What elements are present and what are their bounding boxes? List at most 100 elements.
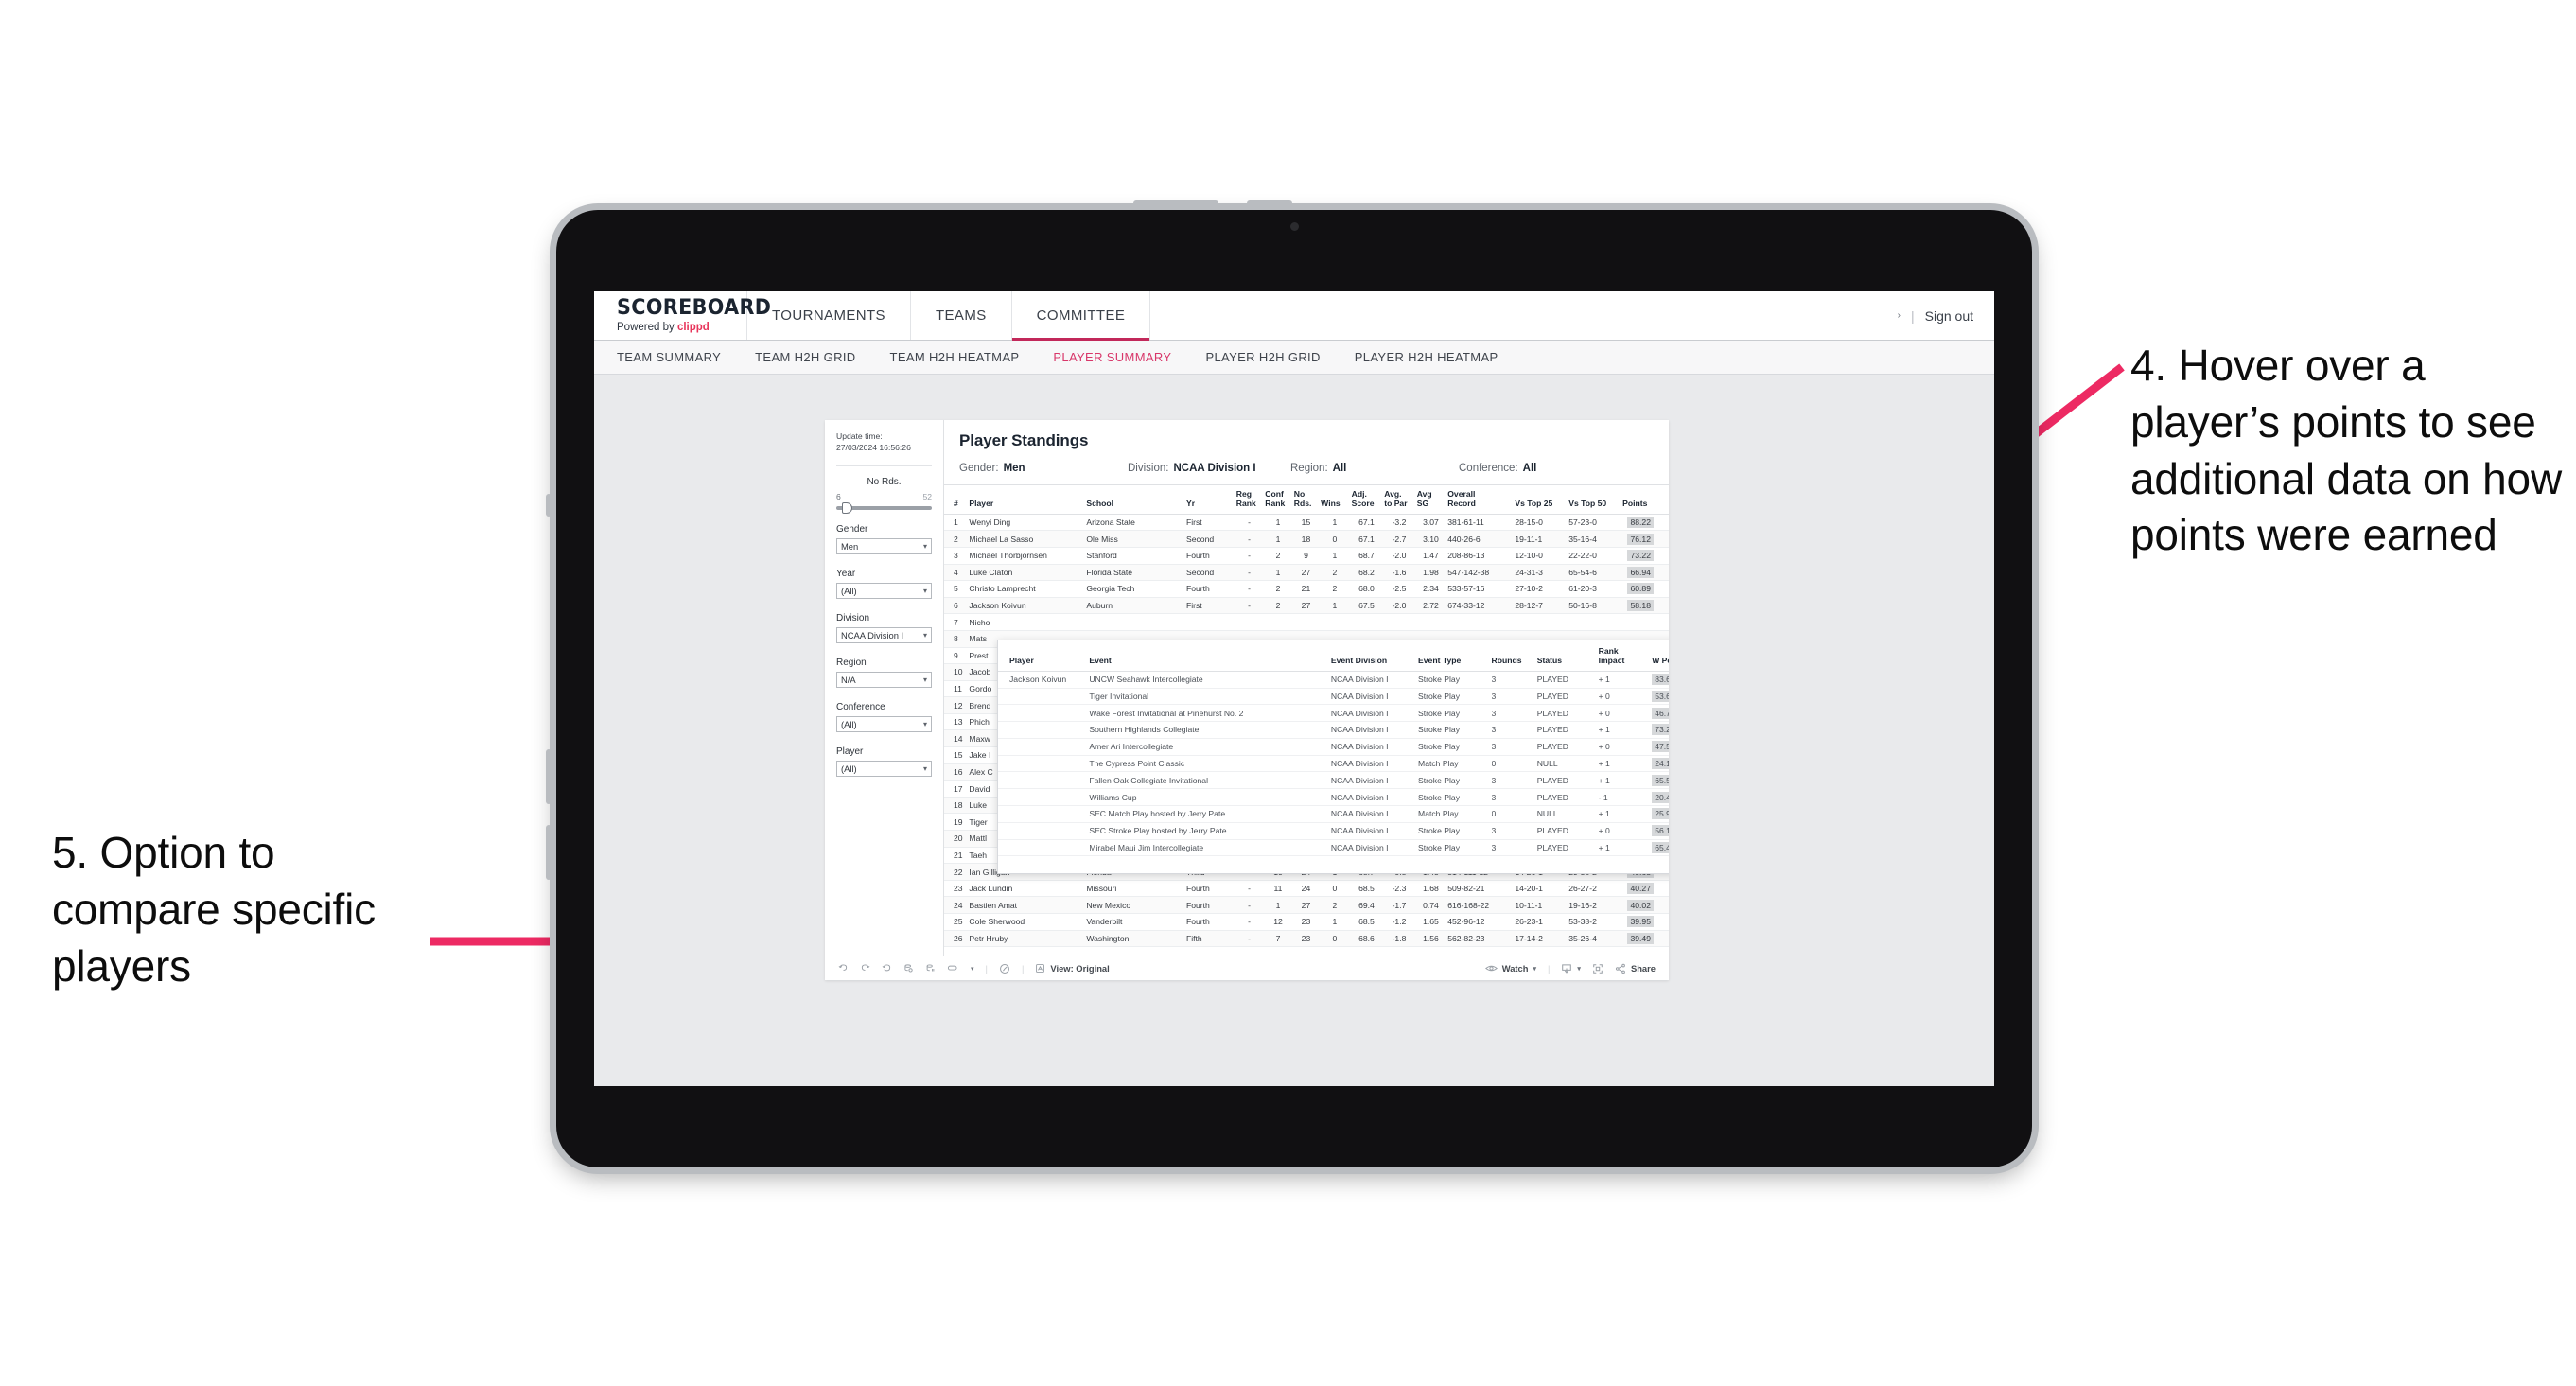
tab-team-h2h-grid[interactable]: TEAM H2H GRID: [755, 350, 855, 364]
meta-gender: Gender: Men: [959, 463, 1128, 474]
watch-button[interactable]: Watch ▾: [1484, 963, 1536, 974]
table-row[interactable]: 5 Christo Lamprecht Georgia Tech Fourth -2 21…: [944, 580, 1669, 598]
tab-player-h2h-heatmap[interactable]: PLAYER H2H HEATMAP: [1355, 350, 1498, 364]
tip-cell-division: NCAA Division I: [1330, 721, 1419, 739]
cell-pts[interactable]: 76.12: [1622, 530, 1669, 548]
no-rounds-slider-handle[interactable]: [842, 501, 852, 514]
points-chip[interactable]: 60.89: [1627, 583, 1654, 595]
col-overall-record[interactable]: Overall Record: [1447, 485, 1516, 515]
points-chip[interactable]: 66.94: [1627, 566, 1654, 578]
filter-gender-select[interactable]: Men ▾: [836, 537, 932, 554]
table-row[interactable]: 24 Bastien Amat New Mexico Fourth -1 27 2 69.4-…: [944, 896, 1669, 914]
col-points[interactable]: Points: [1622, 485, 1669, 515]
cell-t25: 26-23-1: [1515, 913, 1569, 931]
cell-school: [1086, 613, 1186, 631]
tip-col-rank-impact-line2: Impact: [1598, 655, 1625, 665]
col-year[interactable]: Yr: [1185, 485, 1236, 515]
col-vs-top-25[interactable]: Vs Top 25: [1515, 485, 1569, 515]
col-avg-to-par[interactable]: Avg. to Par: [1384, 485, 1417, 515]
table-row[interactable]: 1 Wenyi Ding Arizona State First -1 15 1 67.1 -3…: [944, 514, 1669, 532]
tab-team-summary[interactable]: TEAM SUMMARY: [617, 350, 721, 364]
cell-pts[interactable]: 88.22: [1622, 514, 1669, 532]
tab-player-h2h-grid[interactable]: PLAYER H2H GRID: [1205, 350, 1320, 364]
filter-player-select[interactable]: (All) ▾: [836, 760, 932, 777]
points-chip[interactable]: 40.02: [1627, 899, 1654, 911]
col-vs-top-50[interactable]: Vs Top 50: [1568, 485, 1623, 515]
cell-pts[interactable]: 60.89: [1622, 580, 1669, 598]
chevron-right-icon[interactable]: ›: [1898, 310, 1901, 321]
tip-col-event-division: Event Division: [1330, 640, 1419, 672]
device-button-volume-up: [546, 749, 552, 804]
topnav-item-tournaments[interactable]: TOURNAMENTS: [747, 291, 911, 340]
cell-pts[interactable]: 73.22: [1622, 547, 1669, 565]
topnav-item-committee[interactable]: COMMITTEE: [1011, 291, 1151, 341]
cell-wins: 1: [1321, 547, 1352, 565]
col-wins[interactable]: Wins: [1321, 485, 1352, 515]
table-row[interactable]: 3 Michael Thorbjornsen Stanford Fourth -2 9 1 6…: [944, 547, 1669, 565]
table-row[interactable]: 7 Nicho: [944, 613, 1669, 631]
redo-icon[interactable]: [860, 963, 870, 974]
table-row[interactable]: 2 Michael La Sasso Ole Miss Second -1 18 0 67.1…: [944, 530, 1669, 548]
filter-region-select[interactable]: N/A ▾: [836, 671, 932, 688]
col-adj-score[interactable]: Adj. Score: [1351, 485, 1385, 515]
pause-data-icon[interactable]: [925, 963, 936, 974]
col-avg-sg[interactable]: Avg SG: [1416, 485, 1448, 515]
filter-gender-label: Gender: [836, 523, 868, 535]
col-conf-rank[interactable]: Conf Rank: [1265, 485, 1294, 515]
points-chip[interactable]: 88.22: [1627, 517, 1654, 529]
col-player[interactable]: Player: [969, 485, 1087, 515]
points-chip[interactable]: 40.27: [1627, 883, 1654, 895]
refresh-data-icon[interactable]: [903, 963, 914, 974]
reset-icon[interactable]: [999, 963, 1010, 974]
fullscreen-icon[interactable]: [1592, 963, 1603, 974]
table-row[interactable]: 25 Cole Sherwood Vanderbilt Fourth -12 23 1 68.…: [944, 913, 1669, 931]
tab-player-summary[interactable]: PLAYER SUMMARY: [1053, 350, 1171, 364]
share-button[interactable]: Share: [1615, 963, 1656, 974]
col-no-rounds[interactable]: No Rds.: [1293, 485, 1322, 515]
w-points-chip: 65.40: [1652, 841, 1669, 853]
points-chip[interactable]: 39.95: [1627, 916, 1654, 928]
points-chip[interactable]: 76.12: [1627, 533, 1654, 545]
col-rank[interactable]: #: [944, 485, 970, 515]
filter-year-select[interactable]: (All) ▾: [836, 582, 932, 599]
undo-icon[interactable]: [838, 963, 849, 974]
tip-cell-type: Stroke Play: [1418, 839, 1492, 857]
table-row[interactable]: 6 Jackson Koivun Auburn First -2 27 1 67.5 -2.0 2…: [944, 597, 1669, 615]
col-reg-rank[interactable]: Reg Rank: [1235, 485, 1266, 515]
tip-cell-player: [998, 771, 1090, 790]
points-chip[interactable]: 58.18: [1627, 600, 1654, 612]
cell-adj: 68.2: [1351, 564, 1385, 582]
col-avg-sg-line1: Avg: [1416, 489, 1432, 499]
filter-division-select[interactable]: NCAA Division I ▾: [836, 626, 932, 643]
cell-pts[interactable]: 39.49: [1622, 930, 1669, 948]
revert-icon[interactable]: [882, 963, 892, 974]
filter-conference-select[interactable]: (All) ▾: [836, 715, 932, 732]
filter-conference-label: Conference: [836, 701, 885, 712]
cell-pts[interactable]: 40.27: [1622, 880, 1669, 898]
points-chip[interactable]: 39.49: [1627, 932, 1654, 944]
cell-adj: 67.1: [1351, 530, 1385, 548]
cell-pts[interactable]: 58.18: [1622, 597, 1669, 615]
topnav-item-teams[interactable]: TEAMS: [911, 291, 1012, 340]
view-original-button[interactable]: View: Original: [1035, 963, 1110, 974]
cell-pts[interactable]: [1622, 613, 1669, 631]
sign-out-link[interactable]: Sign out: [1925, 308, 1973, 324]
pause-updates-icon[interactable]: [947, 963, 959, 974]
cell-n: 23: [944, 880, 970, 898]
table-row[interactable]: 4 Luke Claton Florida State Second -1 27 2 68.2…: [944, 564, 1669, 582]
cell-pts[interactable]: 66.94: [1622, 564, 1669, 582]
brand-logo[interactable]: SCOREBOARD Powered by clippd: [594, 291, 771, 340]
tip-cell-rounds: 3: [1491, 738, 1537, 756]
tab-team-h2h-heatmap[interactable]: TEAM H2H HEATMAP: [890, 350, 1020, 364]
chevron-down-icon[interactable]: ▾: [971, 965, 974, 973]
download-button[interactable]: ▾: [1561, 963, 1581, 974]
cell-pts[interactable]: 40.02: [1622, 896, 1669, 914]
points-chip[interactable]: 73.22: [1627, 550, 1654, 562]
no-rounds-slider-filter[interactable]: No Rds. 6 52: [836, 477, 932, 514]
no-rounds-slider-track[interactable]: [836, 501, 932, 514]
col-school[interactable]: School: [1086, 485, 1186, 515]
cell-pts[interactable]: 39.95: [1622, 913, 1669, 931]
table-row[interactable]: 26 Petr Hruby Washington Fifth -7 23 0 68.6 -1.8…: [944, 930, 1669, 948]
table-row[interactable]: 23 Jack Lundin Missouri Fourth -11 24 0 68.5 -2.…: [944, 880, 1669, 898]
cell-reg: -: [1235, 930, 1266, 948]
